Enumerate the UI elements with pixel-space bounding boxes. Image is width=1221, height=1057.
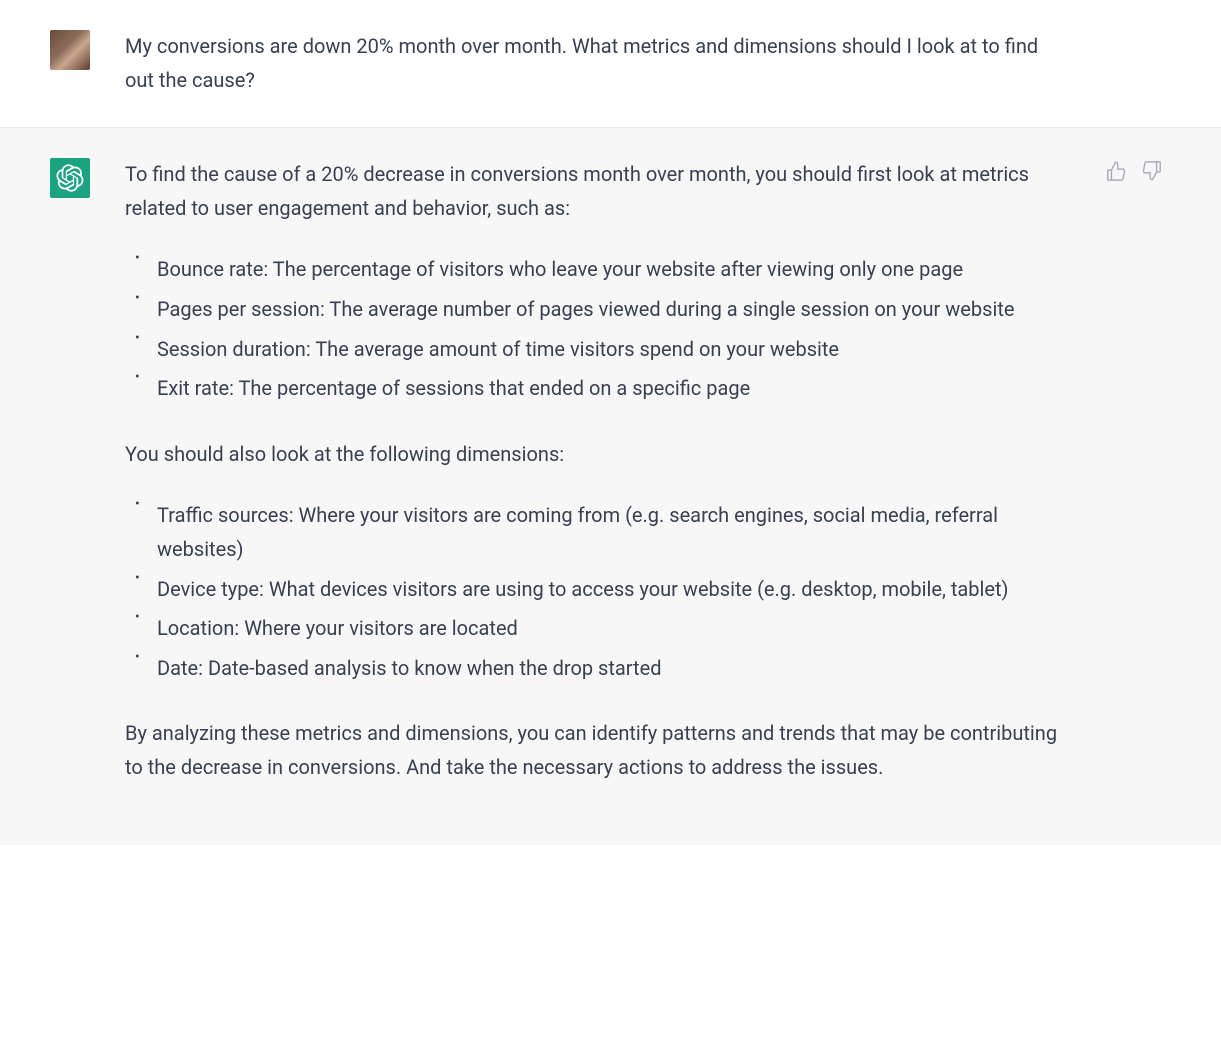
list-item: Device type: What devices visitors are u… [157, 573, 1070, 607]
list-item: Bounce rate: The percentage of visitors … [157, 253, 1070, 287]
user-message-row: My conversions are down 20% month over m… [0, 0, 1221, 128]
assistant-message-row: To find the cause of a 20% decrease in c… [0, 128, 1221, 844]
openai-logo-icon [56, 164, 84, 192]
user-avatar [50, 30, 90, 70]
thumbs-up-icon [1105, 160, 1127, 182]
assistant-intro-paragraph: To find the cause of a 20% decrease in c… [125, 158, 1070, 225]
list-item: Traffic sources: Where your visitors are… [157, 499, 1070, 566]
assistant-message-content: To find the cause of a 20% decrease in c… [125, 158, 1070, 784]
feedback-controls [1105, 160, 1163, 784]
assistant-avatar [50, 158, 90, 198]
list-item: Exit rate: The percentage of sessions th… [157, 372, 1070, 406]
list-item: Location: Where your visitors are locate… [157, 612, 1070, 646]
thumbs-down-icon [1141, 160, 1163, 182]
thumbs-up-button[interactable] [1105, 160, 1127, 182]
list-item: Session duration: The average amount of … [157, 333, 1070, 367]
thumbs-down-button[interactable] [1141, 160, 1163, 182]
conclusion-paragraph: By analyzing these metrics and dimension… [125, 717, 1070, 784]
user-message-text: My conversions are down 20% month over m… [125, 30, 1070, 97]
dimensions-intro-paragraph: You should also look at the following di… [125, 438, 1070, 472]
metrics-list: Bounce rate: The percentage of visitors … [125, 253, 1070, 405]
list-item: Date: Date-based analysis to know when t… [157, 652, 1070, 686]
list-item: Pages per session: The average number of… [157, 293, 1070, 327]
user-message-content: My conversions are down 20% month over m… [125, 30, 1070, 97]
dimensions-list: Traffic sources: Where your visitors are… [125, 499, 1070, 685]
